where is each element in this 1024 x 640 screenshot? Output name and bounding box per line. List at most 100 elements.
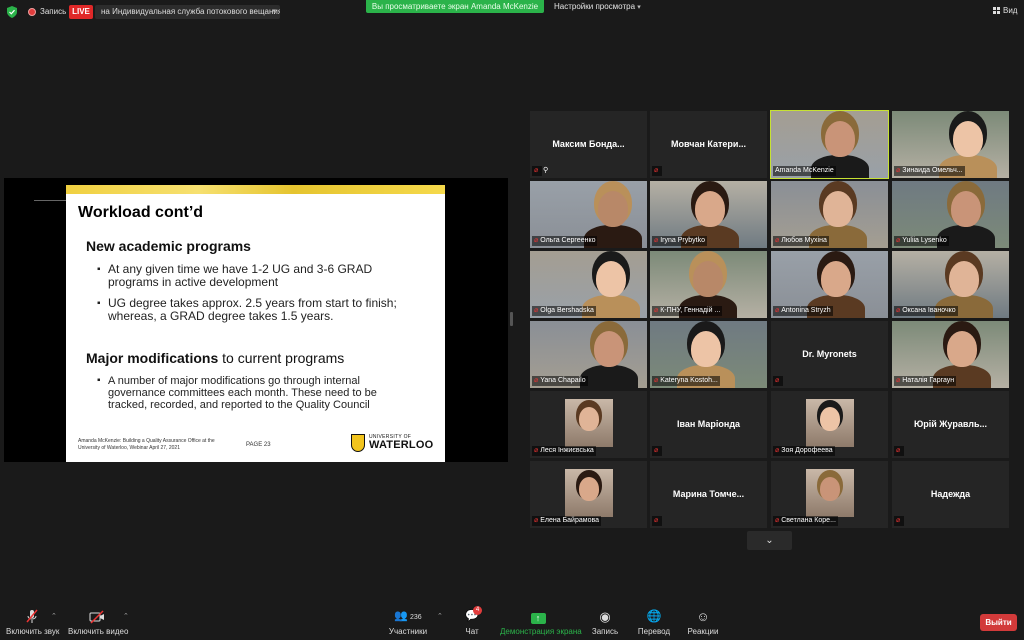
participant-tile[interactable]: ⌀ Yana Chapailo [530,321,647,388]
participant-tile[interactable]: Amanda McKenzie [770,110,889,179]
participant-profile-photo [565,399,613,447]
participant-head [596,261,626,297]
chat-button[interactable]: 💬 4 Чат [460,606,484,639]
participant-tile[interactable]: Іван Маріонда ⌀ [650,391,767,458]
participant-label: ⌀ Kateryna Kostoh... [652,376,720,386]
start-video-button[interactable]: Включить видео [68,609,128,639]
participant-tile[interactable]: ⌀ Леся Інжиєвська [530,391,647,458]
participant-tile[interactable]: ⌀ К-ПНУ, Геннадій ... [650,251,767,318]
participant-label-text: Любов Мухіна [781,237,827,244]
participant-tile[interactable]: Юрій Журавль... ⌀ [892,391,1009,458]
participant-tile[interactable]: ⌀ Ольга Сергеенко [530,181,647,248]
top-bar: Запись LIVE на Индивидуальная служба пот… [0,0,1024,24]
audio-options-caret[interactable]: ⌃ [51,612,57,620]
participant-body [580,365,638,388]
muted-mic-icon: ⌀ [775,307,780,314]
meeting-toolbar: Включить звук ⌃ Включить видео ⌃ 👥 236 Уч… [0,604,1024,640]
participant-label: ⌀ Светлана Коре... [773,516,838,526]
microphone-muted-icon [26,609,38,623]
waterloo-shield-icon [351,434,365,452]
participant-tile[interactable]: Dr. Myronets ⌀ [771,321,888,388]
participant-head [949,261,979,297]
slide-footer: Amanda McKenzie: Building a Quality Assu… [78,438,215,451]
participant-name: Dr. Myronets [802,349,857,359]
participants-options-caret[interactable]: ⌃ [437,612,443,620]
participant-tile[interactable]: Мовчан Катери... ⌀ [650,111,767,178]
translate-button[interactable]: 🌐 Перевод [636,609,672,639]
participant-head [598,191,628,227]
muted-mic-icon: ⌀ [654,167,659,174]
participant-head [953,121,983,157]
slide-header-band [66,185,445,194]
participant-label: ⌀ Леся Інжиєвська [532,446,596,456]
muted-mic-icon: ⌀ [654,517,659,524]
muted-mic-icon: ⌀ [534,167,539,174]
slide-section-new-programs: New academic programs [86,238,251,254]
panel-splitter-handle[interactable] [510,312,513,326]
participant-tile[interactable]: ⌀ Зоя Дорофеева [771,391,888,458]
participant-tile[interactable]: ⌀ Olga Bershadska [530,251,647,318]
participant-tile[interactable]: Максим Бонда... ⌀ ⚲ [530,111,647,178]
slide-section-rest: to current programs [218,350,345,366]
reactions-label: Реакции [687,627,719,636]
muted-mic-icon: ⌀ [654,307,659,314]
participant-name: Юрій Журавль... [913,419,987,429]
participant-label: ⌀ [532,166,543,176]
record-icon: ◉ [599,609,611,624]
reactions-button[interactable]: ☺ Реакции [687,609,719,639]
video-options-caret[interactable]: ⌃ [123,612,129,620]
participant-label-text: Iryna Prybytko [660,237,705,244]
slide-bullet: UG degree takes approx. 2.5 years from s… [97,297,418,323]
slide-section-major-mods: Major modifications to current programs [86,350,344,366]
participant-head [947,331,977,367]
view-button[interactable]: Вид [993,6,1017,15]
participant-label: ⌀ Любов Мухіна [773,236,829,246]
participant-tile[interactable]: Марина Томче... ⌀ [650,461,767,528]
participant-tile[interactable]: ⌀ Елена Байрамова [530,461,647,528]
participant-tile[interactable]: ⌀ Зинаида Омельч... [892,111,1009,178]
university-of-waterloo-logo: UNIVERSITY OF WATERLOO [351,434,437,454]
smiley-icon: ☺ [696,609,710,624]
participant-label: ⌀ Olga Bershadska [532,306,596,316]
muted-mic-icon: ⌀ [896,307,901,314]
gallery-next-page-button[interactable]: ⌄ [747,531,792,550]
record-button[interactable]: ◉ Запись [590,609,620,639]
share-screen-button[interactable]: ↑ Демонстрация экрана [500,609,582,639]
participant-tile[interactable]: ⌀ Наталія Гаргаун [892,321,1009,388]
participants-button[interactable]: 👥 236 Участники [388,609,428,639]
stream-target-dropdown[interactable]: на Индивидуальная служба потокового веща… [95,5,280,19]
muted-mic-icon: ⌀ [896,237,901,244]
participant-head [579,407,599,431]
presentation-slide: Workload cont’d New academic programs At… [66,185,445,462]
view-settings-menu[interactable]: Настройки просмотра ▾ [554,0,650,13]
leave-meeting-button[interactable]: Выйти [980,614,1017,631]
participant-head [951,191,981,227]
participant-tile[interactable]: ⌀ Iryna Prybytko [650,181,767,248]
participant-head [695,191,725,227]
participant-tile[interactable]: ⌀ Оксана Іваночко [892,251,1009,318]
translate-label: Перевод [637,627,671,636]
participant-label: ⌀ К-ПНУ, Геннадій ... [652,306,723,316]
muted-mic-icon: ⌀ [654,447,659,454]
participant-tile[interactable]: Надежда ⌀ [892,461,1009,528]
participant-tile[interactable]: ⌀ Любов Мухіна [771,181,888,248]
participant-tile[interactable]: ⌀ Светлана Коре... [771,461,888,528]
participant-label-text: Kateryna Kostoh... [660,377,718,384]
participant-tile[interactable]: ⌀ Kateryna Kostoh... [650,321,767,388]
chevron-down-icon: ⌄ [765,535,774,546]
participant-label: Amanda McKenzie [773,166,836,176]
participant-tile[interactable]: ⌀ Yuliia Lysenko [892,181,1009,248]
stream-target-label: на Индивидуальная служба потокового веща… [101,7,280,16]
viewing-screen-banner: Вы просматриваете экран Amanda McKenzie [366,0,544,13]
unmute-label: Включить звук [6,627,60,636]
muted-mic-icon: ⌀ [896,167,901,174]
participant-tile[interactable]: ⌀ Antonina Stryzh [771,251,888,318]
shield-icon[interactable] [7,6,17,18]
participant-label-text: К-ПНУ, Геннадій ... [660,307,721,314]
participant-label-text: Amanda McKenzie [775,167,834,174]
slide-bullet: A number of major modifications go throu… [97,375,408,411]
participant-label: ⌀ Елена Байрамова [532,516,601,526]
participant-label-text: Светлана Коре... [781,517,836,524]
participant-label-text: Наталія Гаргаун [902,377,955,384]
participant-label: ⌀ [894,516,905,526]
